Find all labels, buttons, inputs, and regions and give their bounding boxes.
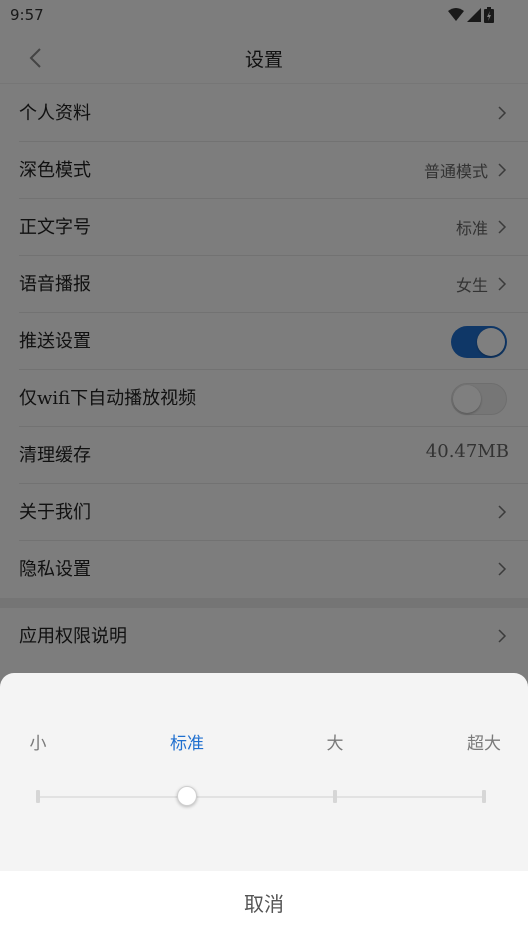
slider-tick — [333, 790, 337, 803]
font-option-xlarge[interactable]: 超大 — [467, 729, 501, 754]
font-option-large[interactable]: 大 — [327, 729, 344, 754]
font-size-slider-thumb[interactable] — [177, 786, 197, 806]
slider-tick — [482, 790, 486, 803]
font-size-sheet: 小 标准 大 超大 取消 — [0, 673, 528, 939]
font-option-standard[interactable]: 标准 — [170, 729, 204, 754]
cancel-button[interactable]: 取消 — [0, 871, 528, 939]
font-option-small[interactable]: 小 — [30, 729, 47, 754]
font-size-slider-track[interactable] — [38, 796, 484, 798]
slider-tick — [36, 790, 40, 803]
